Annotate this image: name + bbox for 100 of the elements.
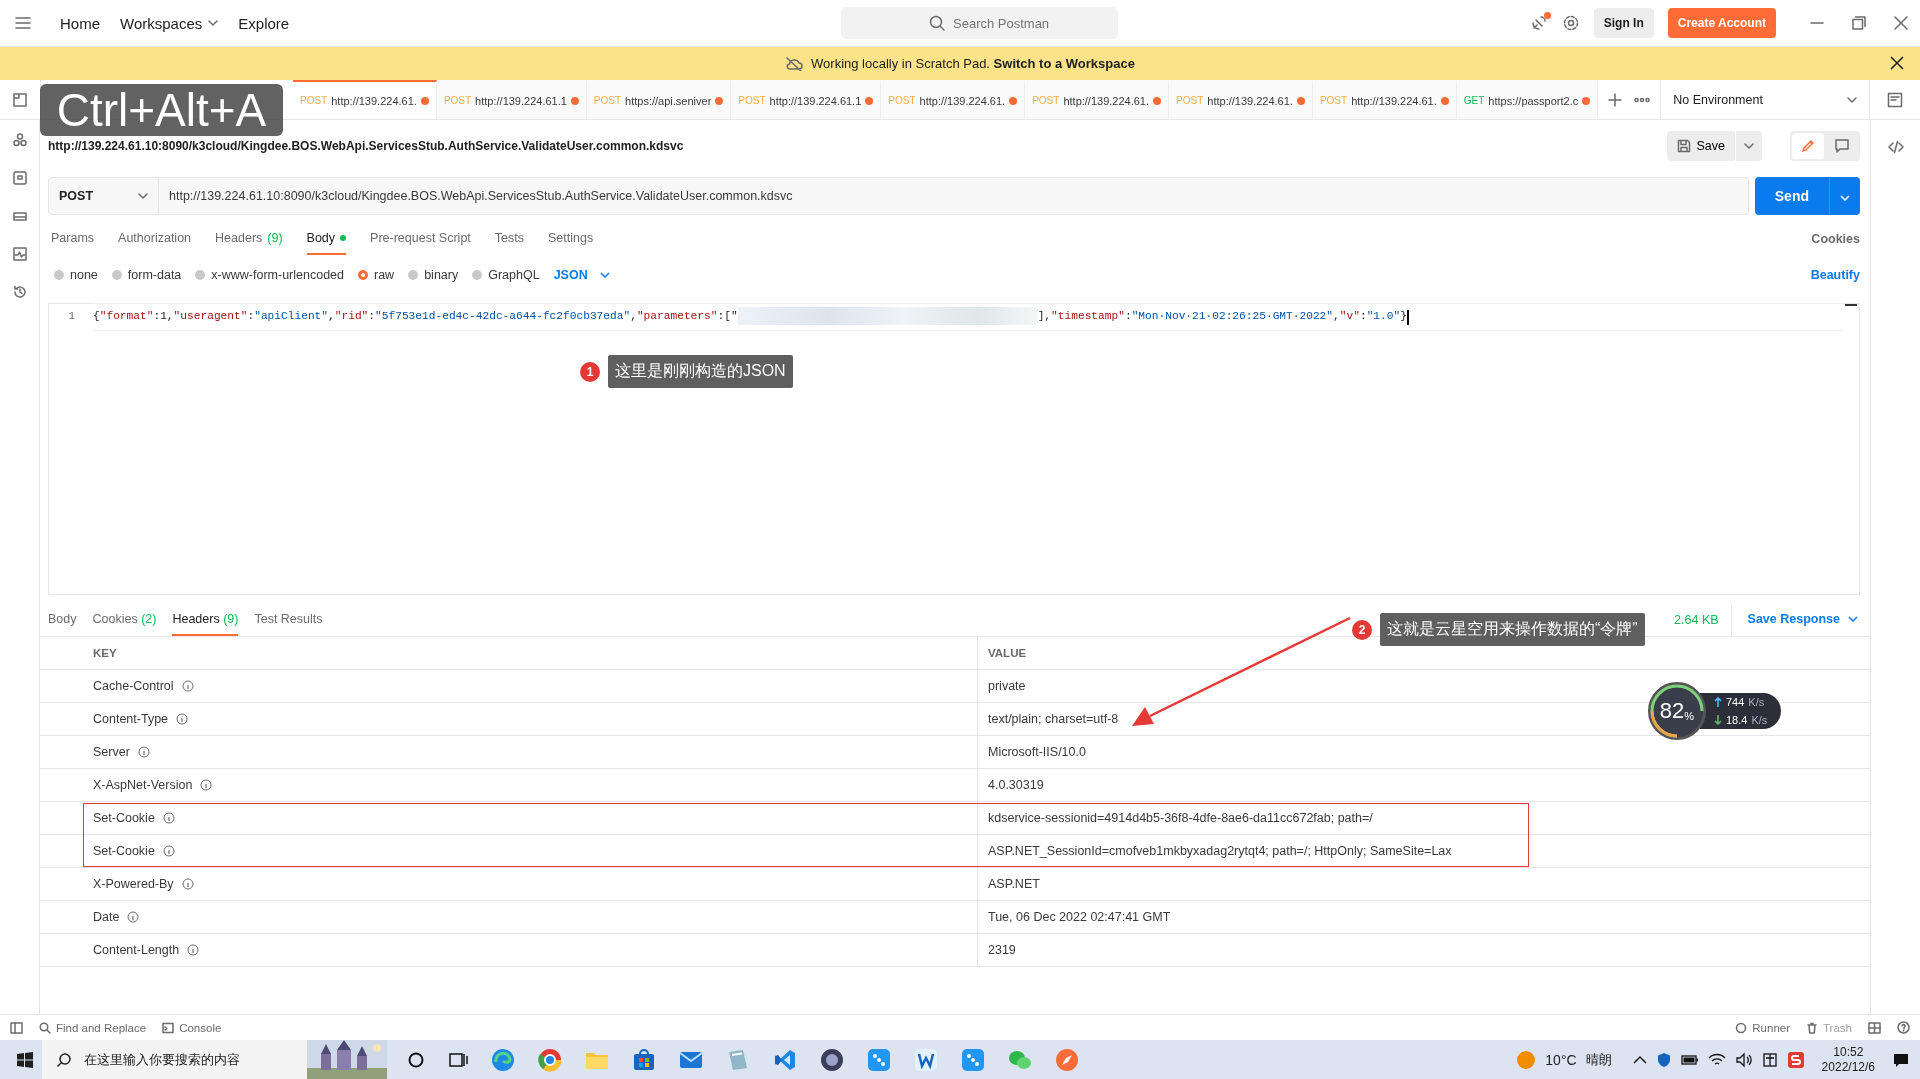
response-tab[interactable]: Cookies (2) xyxy=(92,603,157,636)
sign-in-button[interactable]: Sign In xyxy=(1593,8,1654,38)
status-bar-button[interactable]: Find and Replace xyxy=(39,1021,147,1034)
request-tab[interactable]: GET https://passport2.c xyxy=(1456,80,1599,119)
info-icon xyxy=(162,845,175,857)
request-tab[interactable]: POST http://139.224.61. xyxy=(293,80,437,119)
info-icon xyxy=(162,812,175,824)
windows-logo-icon[interactable] xyxy=(16,1050,34,1069)
nav-menu-item[interactable]: Workspaces xyxy=(120,10,219,36)
nav-menu-item[interactable]: Explore xyxy=(238,10,290,36)
request-option-tab[interactable]: Body xyxy=(306,223,347,255)
page-icon[interactable] xyxy=(12,91,28,108)
plus-icon[interactable] xyxy=(1608,92,1623,107)
annotation-callout: 这里是刚刚构造的JSON xyxy=(608,355,793,388)
menu-icon[interactable] xyxy=(14,16,32,30)
app-icon[interactable] xyxy=(914,1047,938,1072)
banner-text: Working locally in Scratch Pad. Switch to a Workspace xyxy=(811,56,1135,71)
radio-option[interactable]: GraphQL xyxy=(472,268,540,282)
annotation-callout: 这就是云星空用来操作数据的“令牌” xyxy=(1380,613,1645,646)
radio-button[interactable] xyxy=(54,270,64,280)
response-tab[interactable]: Headers (9) xyxy=(172,603,239,636)
request-option-tab[interactable]: Authorization xyxy=(118,223,192,255)
ring-icon[interactable] xyxy=(407,1050,425,1069)
response-tab[interactable]: Body xyxy=(48,603,77,636)
request-tab[interactable]: POST http://139.224.61.1 xyxy=(731,80,882,119)
annotation-number: 2 xyxy=(1352,619,1372,640)
request-option-tab[interactable]: Settings xyxy=(548,223,594,255)
task-view-icon[interactable] xyxy=(448,1050,468,1069)
pulse-icon[interactable] xyxy=(11,246,28,262)
method-label: POST xyxy=(738,95,766,106)
clock[interactable]: 10:52 2022/12/6 xyxy=(1821,1044,1875,1075)
request-tab[interactable]: POST http://139.224.61. xyxy=(1312,80,1457,119)
document-icon[interactable] xyxy=(11,170,28,186)
tab-url: https://api.seniver xyxy=(625,94,712,107)
comment-icon[interactable] xyxy=(1834,137,1850,154)
restore-icon[interactable] xyxy=(1852,16,1866,30)
nav-menu-item[interactable]: Home xyxy=(60,10,100,36)
shopping-bag-icon[interactable] xyxy=(632,1047,656,1072)
tab-url: http://139.224.61. xyxy=(331,94,417,107)
code-icon[interactable] xyxy=(1887,140,1904,154)
beautify-link[interactable]: Beautify xyxy=(1810,268,1860,282)
tab-url: http://139.224.61. xyxy=(1351,94,1437,107)
speaker-icon[interactable] xyxy=(1734,1051,1753,1068)
info-icon xyxy=(176,713,189,725)
search-field[interactable]: Search Postman xyxy=(841,7,1118,39)
history-icon[interactable] xyxy=(11,284,28,300)
radio-button[interactable] xyxy=(408,270,419,280)
cookies-link[interactable]: Cookies xyxy=(1811,224,1860,254)
wave-icon[interactable] xyxy=(491,1047,515,1072)
radio-button[interactable] xyxy=(358,270,368,280)
s-logo-icon[interactable] xyxy=(1786,1050,1805,1069)
layout-icon[interactable] xyxy=(1868,1021,1881,1034)
status-bar-button[interactable]: Console xyxy=(162,1021,222,1034)
url-field[interactable]: http://139.224.61.10:8090/k3cloud/Kingdee.BOS.WebApi.ServicesStub.AuthService.ValidateUser.common.kdsvc xyxy=(159,189,793,203)
header-key: Content-Type xyxy=(93,712,169,726)
request-option-tab[interactable]: Tests xyxy=(494,223,524,255)
request-option-tab[interactable]: Headers (9) xyxy=(215,223,283,255)
request-tab[interactable]: POST http://139.224.61. xyxy=(1169,80,1313,119)
pencil-icon[interactable] xyxy=(1800,137,1816,154)
status-bar-button[interactable]: Runner xyxy=(1735,1021,1790,1034)
input-method-icon[interactable] xyxy=(1761,1051,1778,1068)
request-tab[interactable]: POST http://139.224.61.1 xyxy=(436,80,587,119)
request-option-tab[interactable]: Pre-request Script xyxy=(370,223,471,255)
shield-icon[interactable] xyxy=(1655,1051,1672,1068)
code-editor-icon[interactable] xyxy=(773,1047,797,1072)
dice-icon[interactable] xyxy=(867,1047,891,1072)
radio-option[interactable]: x-www-form-urlencoded xyxy=(195,268,344,282)
environment-quick-look-icon[interactable] xyxy=(1887,91,1903,108)
request-option-tab[interactable]: Params xyxy=(51,223,95,255)
people-icon[interactable] xyxy=(11,132,28,148)
app-icon[interactable] xyxy=(820,1047,844,1072)
radio-option[interactable]: none xyxy=(54,268,98,282)
close-icon[interactable] xyxy=(1890,56,1904,70)
request-tab[interactable]: POST https://api.seniver xyxy=(586,80,732,119)
notifications-icon[interactable] xyxy=(1892,1051,1910,1068)
format-select[interactable]: JSON xyxy=(553,268,610,282)
panel-icon[interactable] xyxy=(10,1021,23,1034)
chevron-up-icon[interactable] xyxy=(1632,1054,1647,1065)
wifi-icon[interactable] xyxy=(1707,1052,1726,1067)
radio-option[interactable]: form-data xyxy=(111,268,182,282)
method-select[interactable]: POST xyxy=(49,178,159,214)
wheel-icon[interactable] xyxy=(538,1047,562,1072)
request-tab[interactable]: POST http://139.224.61. xyxy=(1025,80,1170,119)
environment-select[interactable]: No Environment xyxy=(1660,80,1869,119)
help-icon[interactable] xyxy=(1897,1021,1910,1034)
radio-option[interactable]: binary xyxy=(408,268,459,282)
compass-icon[interactable] xyxy=(1055,1047,1079,1072)
response-tab[interactable]: Test Results xyxy=(254,603,323,636)
settings-icon[interactable] xyxy=(1561,14,1580,32)
radio-button[interactable] xyxy=(111,270,122,280)
request-tab[interactable]: POST http://139.224.61. xyxy=(881,80,1026,119)
radio-button[interactable] xyxy=(195,270,206,280)
save-response-button[interactable]: Save Response xyxy=(1747,603,1870,636)
battery-icon[interactable] xyxy=(1680,1053,1699,1066)
satellite-icon[interactable] xyxy=(1529,14,1548,32)
radio-option[interactable]: raw xyxy=(358,268,395,282)
dice-icon[interactable] xyxy=(961,1047,985,1072)
radio-button[interactable] xyxy=(472,270,483,280)
search-field[interactable]: 在这里输入你要搜索的内容 xyxy=(42,1040,387,1079)
more-icon[interactable] xyxy=(1634,96,1651,103)
